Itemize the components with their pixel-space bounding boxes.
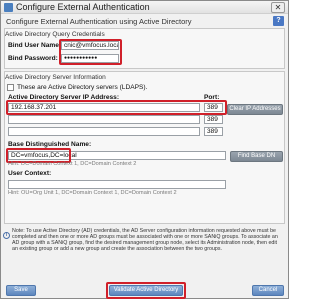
server-ip-input-1[interactable]: 192.168.37.201 (8, 103, 200, 112)
bind-password-input[interactable]: ●●●●●●●●●●● (61, 54, 119, 63)
note-body: Note: To use Active Directory (AD) crede… (12, 228, 278, 253)
help-icon[interactable]: ? (273, 16, 284, 26)
base-dn-hint: Hint: DC=Domain Context 1, DC=Domain Con… (8, 161, 137, 167)
cancel-button[interactable]: Cancel (252, 285, 284, 296)
port-label: Port: (204, 94, 220, 101)
clear-ip-addresses-button[interactable]: Clear IP Addresses (227, 104, 283, 115)
title-bar: Configure External Authentication ✕ (1, 1, 288, 14)
port-input-2[interactable]: 389 (204, 115, 223, 124)
user-context-hint: Hint: OU=Org Unit 1, DC=Domain Context 1… (8, 190, 177, 196)
server-ip-input-3[interactable] (8, 127, 200, 136)
server-ip-label: Active Directory Server IP Address: (8, 94, 120, 101)
server-section-label: Active Directory Server Information (5, 74, 106, 81)
window-title: Configure External Authentication (16, 2, 150, 12)
port-input-1[interactable]: 389 (204, 103, 223, 112)
dialog-window: Configure External Authentication ✕ Conf… (0, 0, 289, 299)
dialog-title: Configure External Authentication using … (6, 17, 192, 26)
bind-password-label: Bind Password: (8, 55, 58, 62)
info-icon: i (3, 232, 10, 239)
close-icon[interactable]: ✕ (271, 2, 285, 13)
server-ip-input-2[interactable] (8, 115, 200, 124)
app-icon (4, 3, 13, 12)
credentials-section-label: Active Directory Query Credentials (5, 31, 105, 38)
ldaps-label: These are Active Directory servers (LDAP… (17, 84, 148, 91)
bind-user-input[interactable]: cnic@vmfocus.local (61, 41, 119, 50)
find-base-dn-button[interactable]: Find Base DN (230, 151, 283, 162)
ldaps-checkbox[interactable] (7, 84, 14, 91)
validate-active-directory-button[interactable]: Validate Active Directory (109, 285, 183, 296)
save-button[interactable]: Save (6, 285, 36, 296)
port-input-3[interactable]: 389 (204, 127, 223, 136)
base-dn-input[interactable]: DC=vmfocus,DC=local (8, 151, 226, 160)
user-context-label: User Context: (8, 170, 52, 177)
base-dn-label: Base Distinguished Name: (8, 141, 92, 148)
user-context-input[interactable] (8, 180, 226, 189)
bind-user-label: Bind User Name: (8, 42, 62, 49)
note-text: Note: To use Active Directory (AD) crede… (12, 228, 284, 252)
